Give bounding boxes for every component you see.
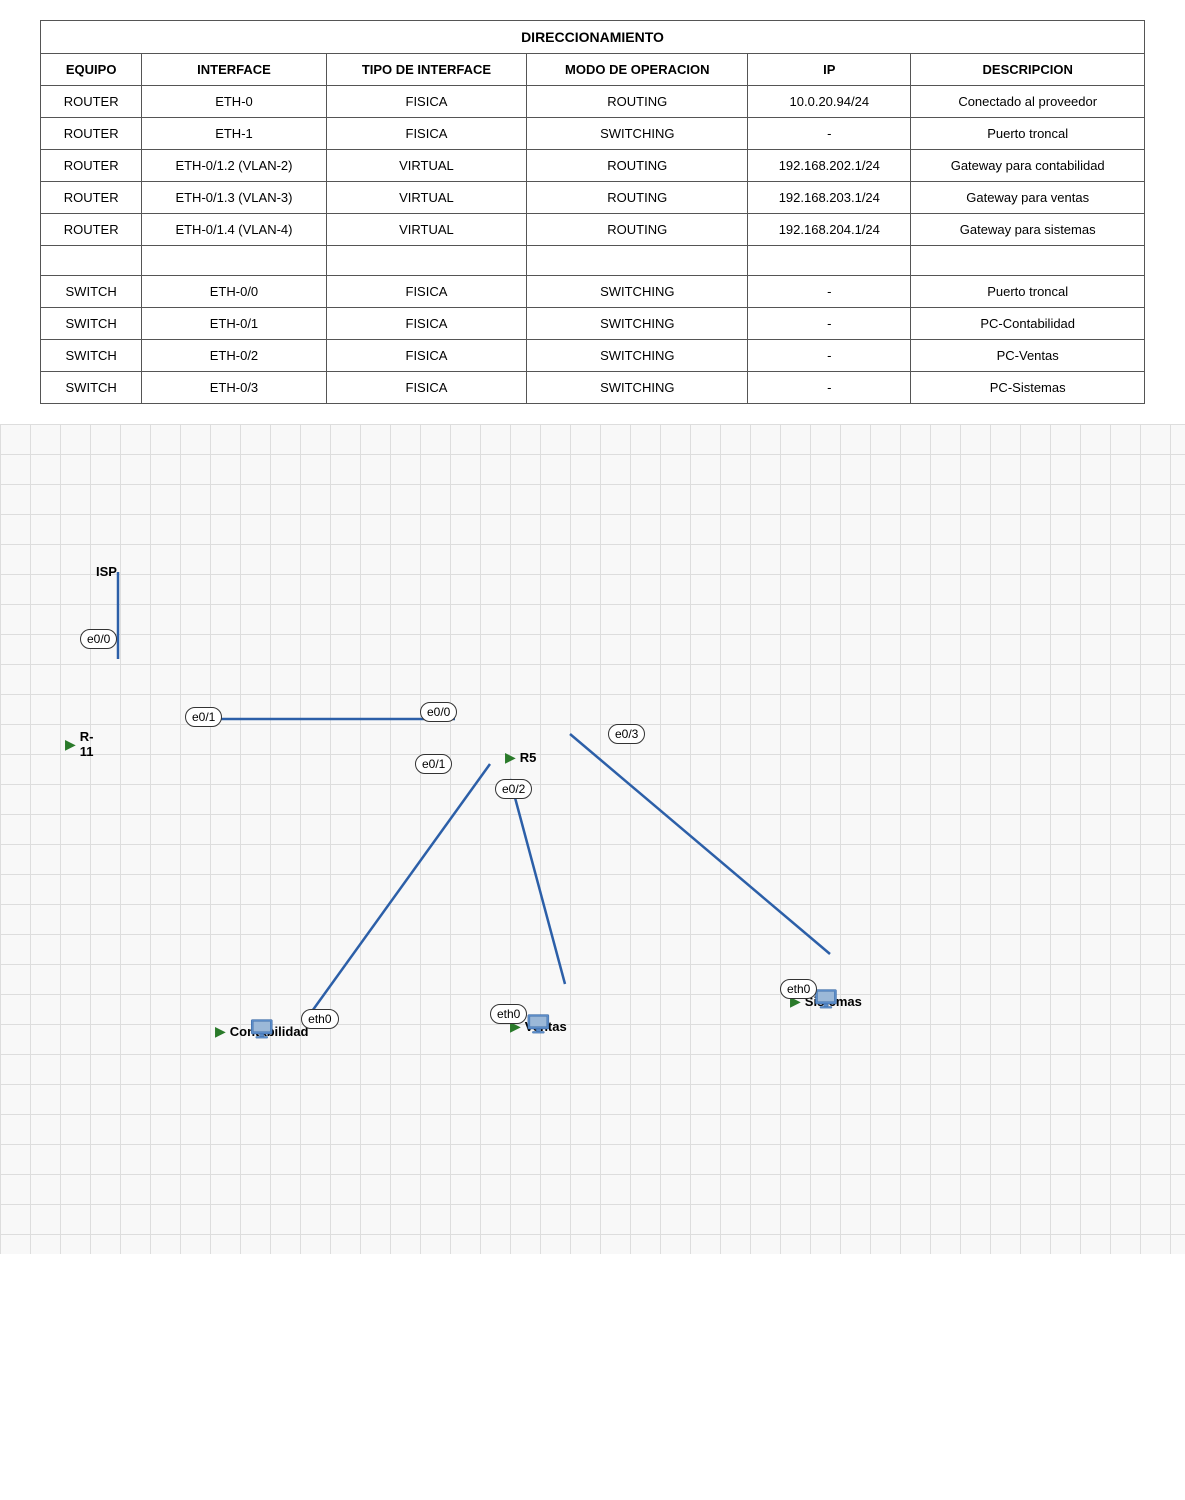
cell-0-0: ROUTER bbox=[41, 86, 142, 118]
cell-2-3: ROUTING bbox=[527, 150, 748, 182]
cell-4-0: ROUTER bbox=[41, 214, 142, 246]
col-interface: INTERFACE bbox=[142, 54, 326, 86]
cell-0-1: ETH-0 bbox=[142, 86, 326, 118]
cell-5-2 bbox=[326, 246, 527, 276]
cell-8-2: FISICA bbox=[326, 340, 527, 372]
cell-8-1: ETH-0/2 bbox=[142, 340, 326, 372]
table-section: DIRECCIONAMIENTO EQUIPO INTERFACE TIPO D… bbox=[0, 0, 1185, 424]
col-desc: DESCRIPCION bbox=[911, 54, 1145, 86]
table-body: ROUTERETH-0FISICAROUTING10.0.20.94/24Con… bbox=[41, 86, 1145, 404]
r11-port-e00: e0/0 bbox=[80, 629, 117, 649]
cell-3-4: 192.168.203.1/24 bbox=[748, 182, 911, 214]
cell-2-1: ETH-0/1.2 (VLAN-2) bbox=[142, 150, 326, 182]
cell-1-0: ROUTER bbox=[41, 118, 142, 150]
cell-0-5: Conectado al proveedor bbox=[911, 86, 1145, 118]
cell-7-0: SWITCH bbox=[41, 308, 142, 340]
cell-4-2: VIRTUAL bbox=[326, 214, 527, 246]
computer-ventas: eth0 ▶ Ventas bbox=[510, 1014, 567, 1035]
cell-2-2: VIRTUAL bbox=[326, 150, 527, 182]
cell-8-0: SWITCH bbox=[41, 340, 142, 372]
cell-4-1: ETH-0/1.4 (VLAN-4) bbox=[142, 214, 326, 246]
isp-label: ISP bbox=[96, 564, 117, 579]
cell-9-3: SWITCHING bbox=[527, 372, 748, 404]
col-ip: IP bbox=[748, 54, 911, 86]
cell-0-3: ROUTING bbox=[527, 86, 748, 118]
cell-9-1: ETH-0/3 bbox=[142, 372, 326, 404]
cell-8-4: - bbox=[748, 340, 911, 372]
cell-3-2: VIRTUAL bbox=[326, 182, 527, 214]
ven-port-eth0: eth0 bbox=[490, 1004, 527, 1024]
table-row: SWITCHETH-0/0FISICASWITCHING-Puerto tron… bbox=[41, 276, 1145, 308]
cell-8-5: PC-Ventas bbox=[911, 340, 1145, 372]
cell-4-4: 192.168.204.1/24 bbox=[748, 214, 911, 246]
cell-7-2: FISICA bbox=[326, 308, 527, 340]
cell-9-0: SWITCH bbox=[41, 372, 142, 404]
cell-9-2: FISICA bbox=[326, 372, 527, 404]
cell-3-5: Gateway para ventas bbox=[911, 182, 1145, 214]
computer-contabilidad: eth0 ▶ Contabilidad bbox=[215, 1019, 309, 1040]
cell-6-3: SWITCHING bbox=[527, 276, 748, 308]
cell-5-4 bbox=[748, 246, 911, 276]
cell-3-3: ROUTING bbox=[527, 182, 748, 214]
cell-4-3: ROUTING bbox=[527, 214, 748, 246]
r5-port-e01: e0/1 bbox=[415, 754, 452, 774]
table-title: DIRECCIONAMIENTO bbox=[41, 21, 1145, 54]
cell-6-1: ETH-0/0 bbox=[142, 276, 326, 308]
cell-1-3: SWITCHING bbox=[527, 118, 748, 150]
cell-5-5 bbox=[911, 246, 1145, 276]
col-equipo: EQUIPO bbox=[41, 54, 142, 86]
table-row: ROUTERETH-0/1.2 (VLAN-2)VIRTUALROUTING19… bbox=[41, 150, 1145, 182]
cell-8-3: SWITCHING bbox=[527, 340, 748, 372]
table-row: SWITCHETH-0/3FISICASWITCHING-PC-Sistemas bbox=[41, 372, 1145, 404]
cell-1-4: - bbox=[748, 118, 911, 150]
cont-port-eth0: eth0 bbox=[301, 1009, 338, 1029]
table-row: SWITCHETH-0/1FISICASWITCHING-PC-Contabil… bbox=[41, 308, 1145, 340]
cell-3-0: ROUTER bbox=[41, 182, 142, 214]
r5-port-e00: e0/0 bbox=[420, 702, 457, 722]
col-modo: MODO DE OPERACION bbox=[527, 54, 748, 86]
diagram-section: ISP ▶ R-11 e0/0 e0/1 bbox=[0, 424, 1185, 1254]
table-row: SWITCHETH-0/2FISICASWITCHING-PC-Ventas bbox=[41, 340, 1145, 372]
diagram-svg bbox=[0, 424, 1185, 1254]
cell-5-1 bbox=[142, 246, 326, 276]
r5-label: R5 bbox=[520, 750, 537, 765]
r5-port-e03: e0/3 bbox=[608, 724, 645, 744]
table-row bbox=[41, 246, 1145, 276]
cell-9-5: PC-Sistemas bbox=[911, 372, 1145, 404]
sis-port-eth0: eth0 bbox=[780, 979, 817, 999]
table-row: ROUTERETH-1FISICASWITCHING-Puerto tronca… bbox=[41, 118, 1145, 150]
cell-2-4: 192.168.202.1/24 bbox=[748, 150, 911, 182]
cell-1-2: FISICA bbox=[326, 118, 527, 150]
cell-7-4: - bbox=[748, 308, 911, 340]
table-row: ROUTERETH-0FISICAROUTING10.0.20.94/24Con… bbox=[41, 86, 1145, 118]
cell-3-1: ETH-0/1.3 (VLAN-3) bbox=[142, 182, 326, 214]
cell-2-5: Gateway para contabilidad bbox=[911, 150, 1145, 182]
r5-port-e02: e0/2 bbox=[495, 779, 532, 799]
cell-6-5: Puerto troncal bbox=[911, 276, 1145, 308]
table-header-row: EQUIPO INTERFACE TIPO DE INTERFACE MODO … bbox=[41, 54, 1145, 86]
cell-5-0 bbox=[41, 246, 142, 276]
cell-1-5: Puerto troncal bbox=[911, 118, 1145, 150]
table-title-row: DIRECCIONAMIENTO bbox=[41, 21, 1145, 54]
r11-port-e01: e0/1 bbox=[185, 707, 222, 727]
direccionamiento-table: DIRECCIONAMIENTO EQUIPO INTERFACE TIPO D… bbox=[40, 20, 1145, 404]
cell-0-2: FISICA bbox=[326, 86, 527, 118]
cell-5-3 bbox=[527, 246, 748, 276]
table-row: ROUTERETH-0/1.3 (VLAN-3)VIRTUALROUTING19… bbox=[41, 182, 1145, 214]
col-tipo: TIPO DE INTERFACE bbox=[326, 54, 527, 86]
cell-4-5: Gateway para sistemas bbox=[911, 214, 1145, 246]
table-row: ROUTERETH-0/1.4 (VLAN-4)VIRTUALROUTING19… bbox=[41, 214, 1145, 246]
cell-7-1: ETH-0/1 bbox=[142, 308, 326, 340]
cell-1-1: ETH-1 bbox=[142, 118, 326, 150]
cell-2-0: ROUTER bbox=[41, 150, 142, 182]
cell-0-4: 10.0.20.94/24 bbox=[748, 86, 911, 118]
cell-6-2: FISICA bbox=[326, 276, 527, 308]
cell-6-4: - bbox=[748, 276, 911, 308]
r11-label: R-11 bbox=[80, 729, 94, 759]
cell-6-0: SWITCH bbox=[41, 276, 142, 308]
cell-7-3: SWITCHING bbox=[527, 308, 748, 340]
cell-7-5: PC-Contabilidad bbox=[911, 308, 1145, 340]
cell-9-4: - bbox=[748, 372, 911, 404]
computer-sistemas: eth0 ▶ Sistemas bbox=[790, 989, 862, 1010]
